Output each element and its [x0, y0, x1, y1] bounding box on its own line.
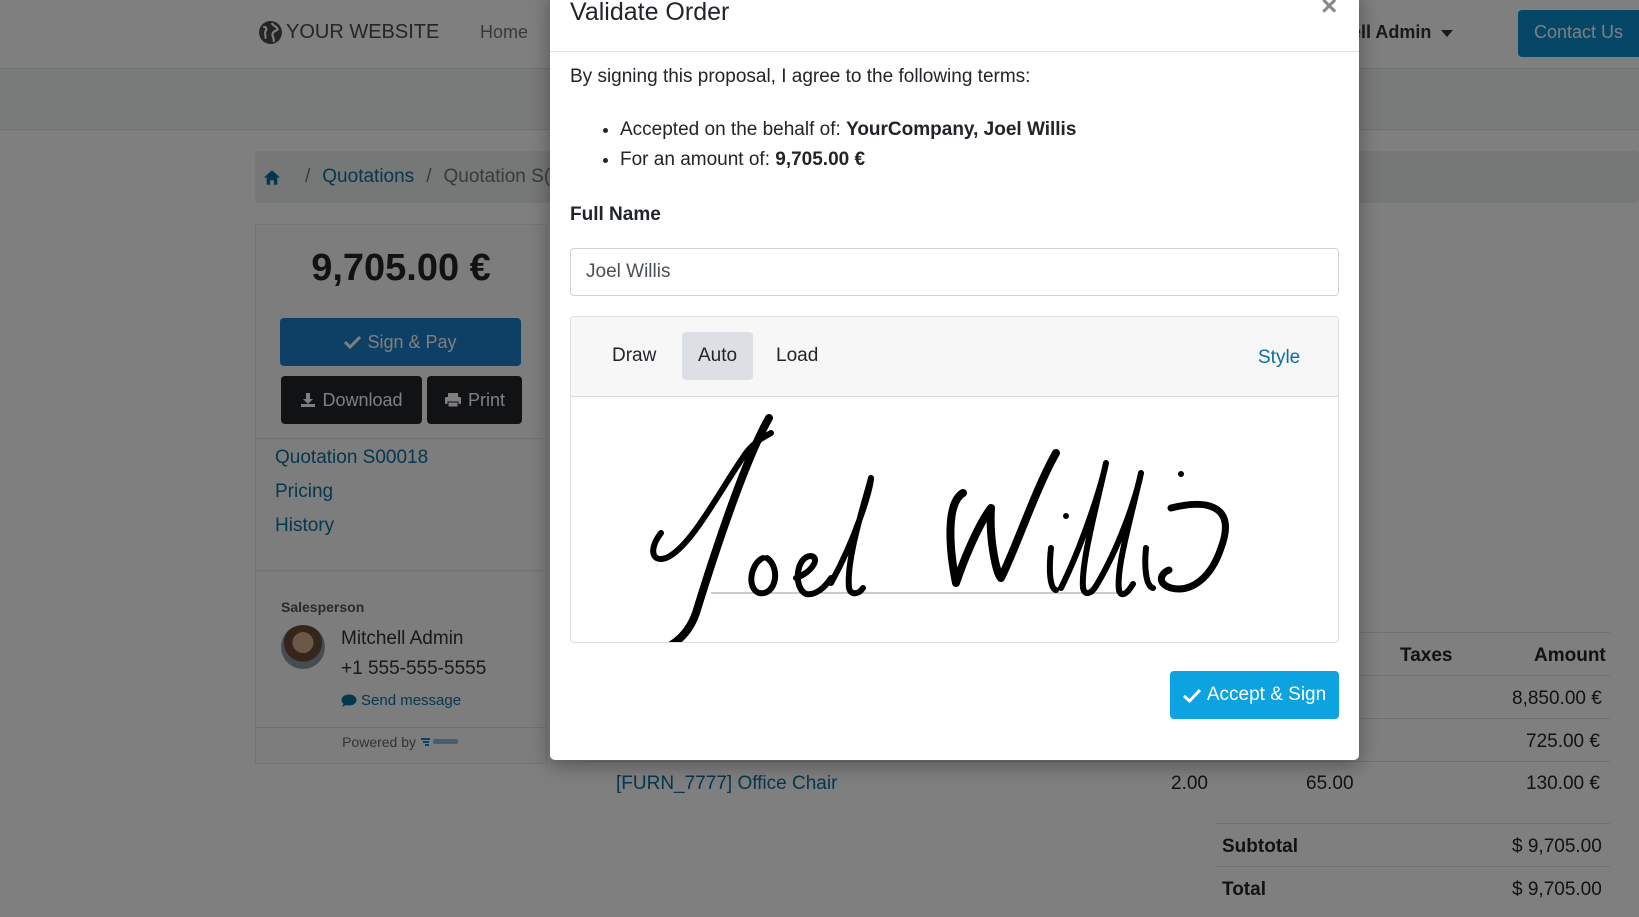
term-behalf-value: YourCompany, Joel Willis: [846, 119, 1077, 140]
term-behalf-label: Accepted on the behalf of:: [620, 119, 841, 140]
signature-toolbar: Draw Auto Load Style: [571, 317, 1338, 397]
accept-sign-button[interactable]: Accept & Sign: [1170, 671, 1339, 719]
term-behalf: Accepted on the behalf of: YourCompany, …: [620, 115, 1076, 145]
term-amount: For an amount of: 9,705.00 €: [620, 145, 1076, 175]
terms-list: Accepted on the behalf of: YourCompany, …: [620, 115, 1076, 175]
signature-canvas[interactable]: [571, 398, 1338, 642]
accept-sign-label: Accept & Sign: [1206, 684, 1327, 705]
check-icon: [1182, 688, 1201, 703]
modal-title: Validate Order: [570, 0, 730, 26]
full-name-label: Full Name: [570, 204, 661, 225]
signature-drawing: [650, 414, 1229, 642]
validate-order-modal: Validate Order × By signing this proposa…: [550, 0, 1359, 760]
terms-intro: By signing this proposal, I agree to the…: [570, 66, 1031, 87]
tab-auto[interactable]: Auto: [682, 332, 754, 380]
term-amount-label: For an amount of:: [620, 149, 770, 170]
signature-pad: Draw Auto Load Style: [570, 316, 1339, 643]
full-name-input[interactable]: [570, 248, 1339, 296]
divider: [550, 51, 1359, 52]
term-amount-value: 9,705.00 €: [775, 149, 866, 170]
tab-draw[interactable]: Draw: [596, 332, 672, 380]
tab-load[interactable]: Load: [760, 332, 834, 380]
style-link[interactable]: Style: [1258, 347, 1300, 369]
close-icon[interactable]: ×: [1321, 0, 1337, 22]
